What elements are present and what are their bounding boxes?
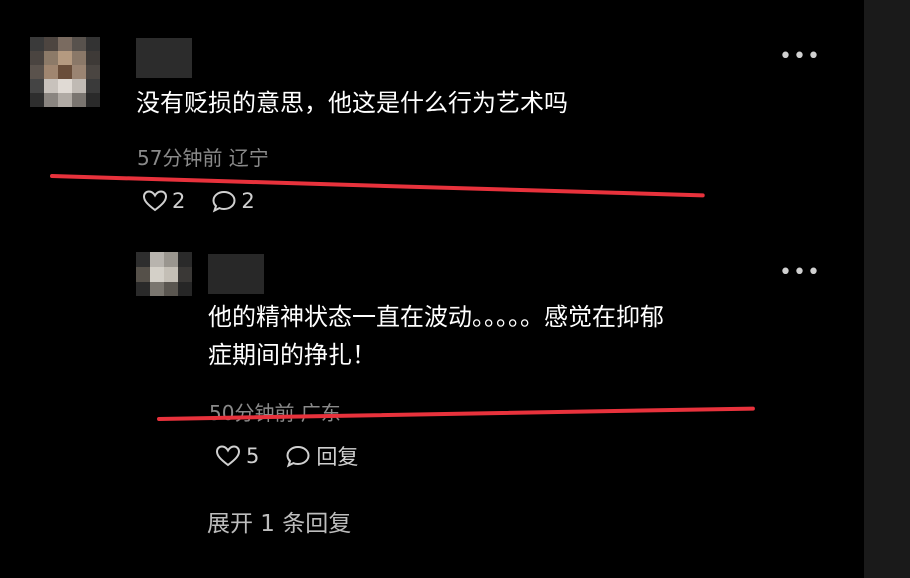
like-button[interactable]: 2	[142, 189, 185, 213]
reply-like-button[interactable]: 5	[215, 444, 259, 468]
comment-actions: 2 2	[142, 189, 255, 213]
like-count: 2	[172, 189, 186, 213]
reply-avatar[interactable]	[136, 252, 192, 296]
reply-button[interactable]: 回复	[285, 441, 358, 471]
comment-text: 没有贬损的意思，他这是什么行为艺术吗	[136, 89, 568, 117]
reply-text-line2: 症期间的挣扎！	[208, 341, 376, 369]
reply-like-count: 5	[246, 444, 260, 468]
username-blurred[interactable]	[136, 38, 192, 78]
comment-bubble-icon	[285, 444, 311, 468]
more-options-icon[interactable]: •••	[779, 46, 821, 68]
heart-icon	[142, 189, 168, 213]
reply-count-button[interactable]: 2	[211, 189, 255, 213]
reply-count: 2	[241, 189, 255, 213]
reply-text-line1: 他的精神状态一直在波动。。。。。感觉在抑郁	[208, 303, 664, 331]
comment-bubble-icon	[211, 189, 237, 213]
reply-actions: 5 回复	[215, 441, 358, 471]
right-edge-panel	[864, 0, 910, 578]
comment-meta: 57分钟前 辽宁	[137, 146, 269, 170]
heart-icon	[215, 444, 241, 468]
reply-meta: 50分钟前 广东	[209, 401, 341, 425]
reply-button-label: 回复	[316, 445, 359, 469]
reply-more-options-icon[interactable]: •••	[779, 262, 821, 284]
reply-username-blurred[interactable]	[208, 254, 264, 294]
expand-replies-button[interactable]: 展开 1 条回复	[207, 504, 351, 538]
avatar[interactable]	[30, 37, 100, 107]
